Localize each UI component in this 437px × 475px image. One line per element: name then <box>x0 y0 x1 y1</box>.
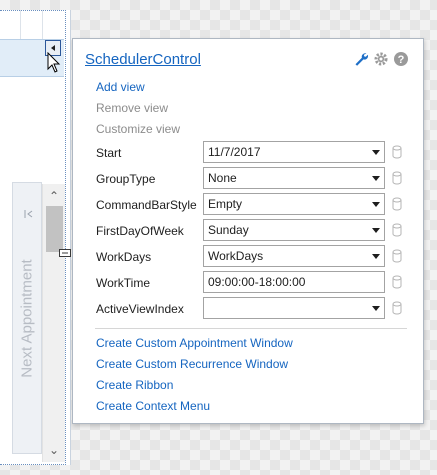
start-date-editor[interactable]: 11/7/2017 <box>203 141 385 163</box>
triangle-left-icon <box>51 45 55 51</box>
help-icon[interactable]: ? <box>393 51 409 67</box>
prop-label-worktime: WorkTime <box>96 276 150 290</box>
prop-label-commandbarstyle: CommandBarStyle <box>96 198 197 212</box>
section-divider <box>95 328 407 329</box>
dropdown-arrow-icon[interactable] <box>372 150 380 155</box>
create-custom-recurrence-window-link[interactable]: Create Custom Recurrence Window <box>96 357 288 371</box>
dropdown-arrow-icon[interactable] <box>372 202 380 207</box>
next-appointment-label: Next Appointment <box>18 258 36 378</box>
prop-label-workdays: WorkDays <box>96 250 152 264</box>
worktime-input[interactable]: 09:00:00-18:00:00 <box>203 271 385 293</box>
grouptype-select[interactable]: None <box>203 167 385 189</box>
wrench-icon[interactable] <box>353 51 369 67</box>
activeviewindex-select[interactable] <box>203 297 385 319</box>
prop-label-firstdayofweek: FirstDayOfWeek <box>96 224 184 238</box>
database-binding-icon[interactable] <box>392 249 402 263</box>
database-binding-icon[interactable] <box>392 301 402 315</box>
database-binding-icon[interactable] <box>392 197 402 211</box>
create-custom-appointment-window-link[interactable]: Create Custom Appointment Window <box>96 336 293 350</box>
database-binding-icon[interactable] <box>392 275 402 289</box>
firstdayofweek-select[interactable]: Sunday <box>203 219 385 241</box>
dropdown-arrow-icon[interactable] <box>372 306 380 311</box>
commandbarstyle-select[interactable]: Empty <box>203 193 385 215</box>
chevron-up-icon: ⌃ <box>48 189 60 203</box>
create-ribbon-link[interactable]: Create Ribbon <box>96 378 173 392</box>
scroll-up-button[interactable]: ⌃ <box>43 186 65 206</box>
scroll-thumb[interactable] <box>46 206 63 252</box>
title-icons: ? <box>353 51 409 67</box>
svg-text:?: ? <box>398 54 405 66</box>
smart-tag-popup: SchedulerControl ? Add view Remove view … <box>72 38 424 424</box>
add-view-link[interactable]: Add view <box>96 80 145 94</box>
create-context-menu-link[interactable]: Create Context Menu <box>96 399 210 413</box>
prop-label-activeviewindex: ActiveViewIndex <box>96 302 184 316</box>
chevron-down-icon: ⌄ <box>48 443 60 457</box>
vertical-scrollbar[interactable]: ⌃ ⌄ <box>42 184 65 462</box>
database-binding-icon[interactable] <box>392 171 402 185</box>
database-binding-icon[interactable] <box>392 223 402 237</box>
scroll-down-button[interactable]: ⌄ <box>43 440 65 460</box>
popup-title[interactable]: SchedulerControl <box>85 51 201 68</box>
dropdown-arrow-icon[interactable] <box>372 254 380 259</box>
dropdown-arrow-icon[interactable] <box>372 176 380 181</box>
workdays-select[interactable]: WorkDays <box>203 245 385 267</box>
resize-handle-icon[interactable] <box>59 248 71 258</box>
customize-view-link[interactable]: Customize view <box>96 122 180 136</box>
dropdown-arrow-icon[interactable] <box>372 228 380 233</box>
remove-view-link[interactable]: Remove view <box>96 101 168 115</box>
mouse-cursor-icon <box>47 52 61 73</box>
prop-label-grouptype: GroupType <box>96 172 156 186</box>
gear-icon[interactable] <box>373 51 389 67</box>
prop-label-start: Start <box>96 146 122 160</box>
database-binding-icon[interactable] <box>392 145 402 159</box>
